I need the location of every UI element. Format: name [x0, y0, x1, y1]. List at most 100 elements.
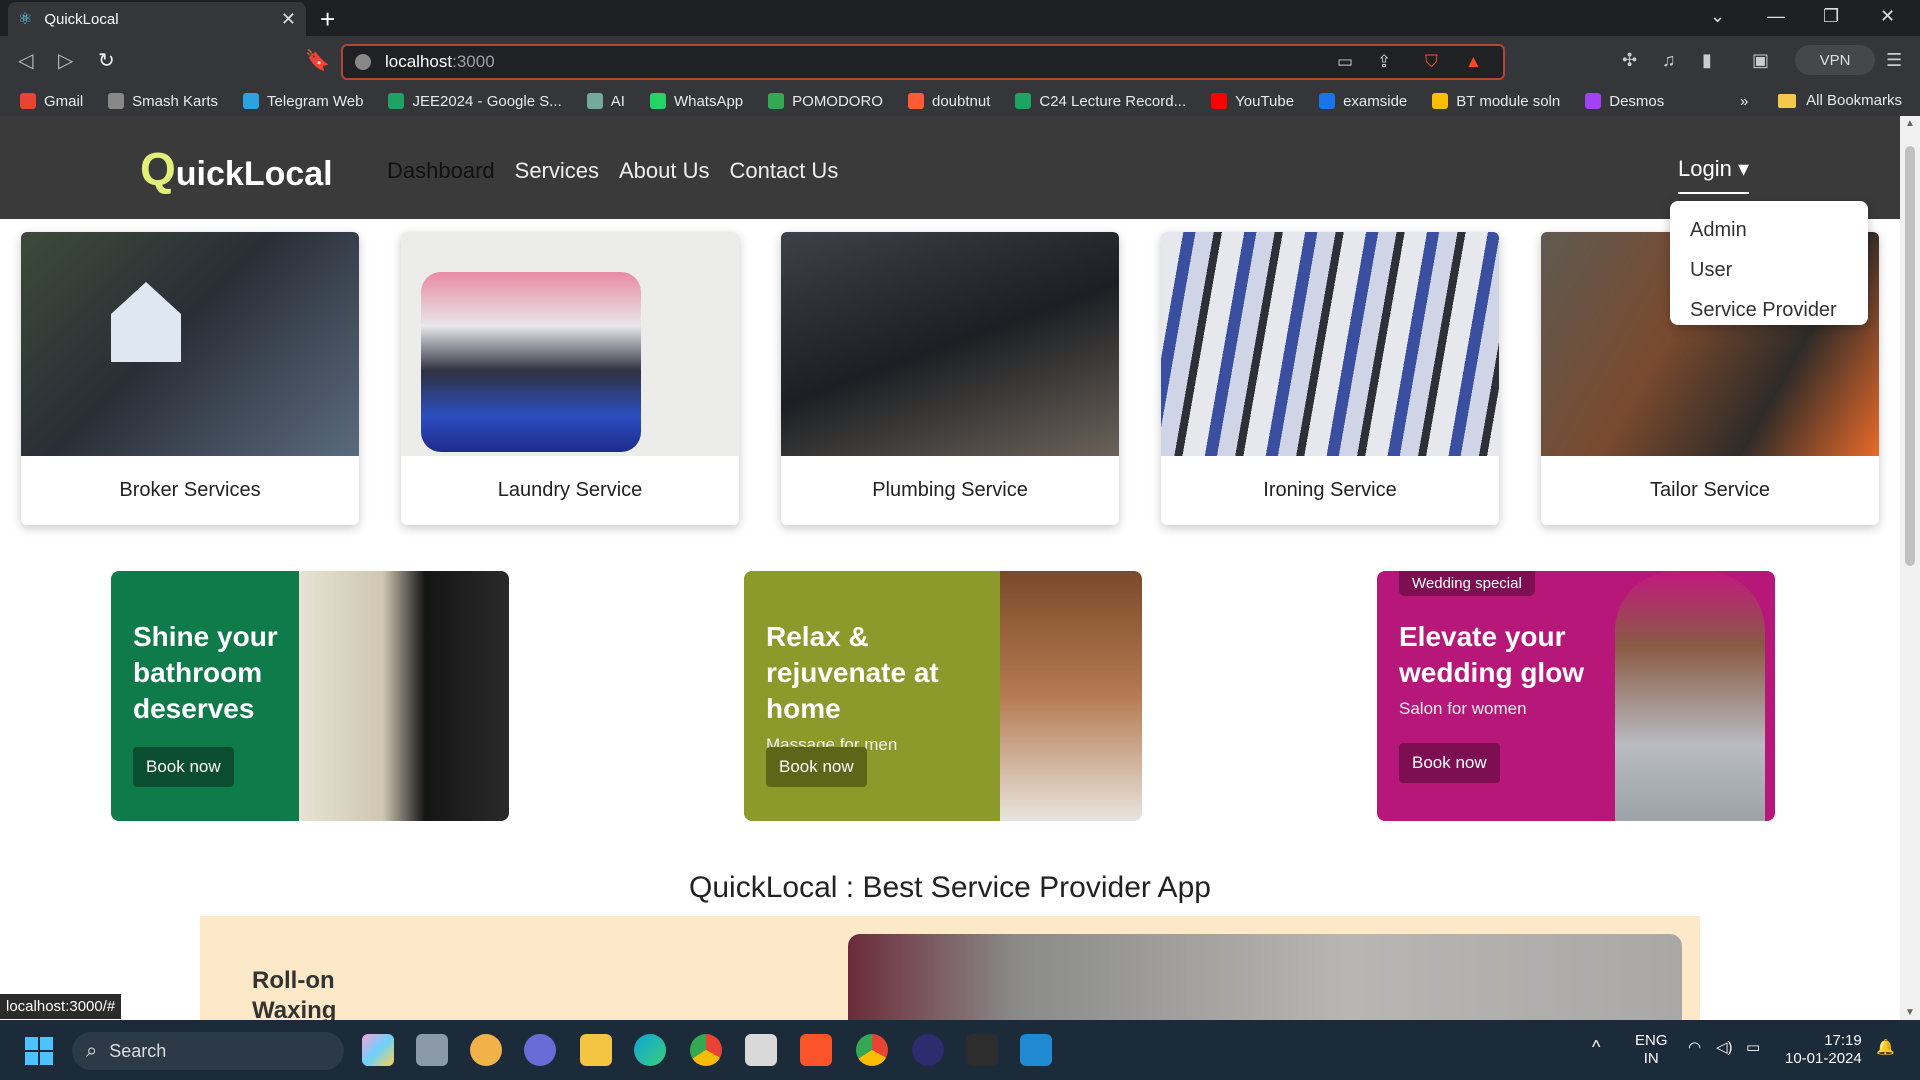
bookmark-item[interactable]: Telegram Web — [243, 93, 363, 110]
scrollbar-thumb[interactable] — [1905, 146, 1915, 566]
app-icon[interactable] — [745, 1034, 777, 1066]
service-card-plumbing[interactable]: Plumbing Service — [781, 232, 1119, 525]
all-bookmarks[interactable]: All Bookmarks — [1778, 92, 1902, 109]
bookmark-item[interactable]: Gmail — [20, 93, 83, 110]
scroll-up-icon[interactable]: ▲ — [1905, 118, 1915, 129]
weather-icon[interactable] — [470, 1034, 502, 1066]
language-indicator[interactable]: ENG IN — [1635, 1032, 1668, 1068]
vpn-button[interactable]: VPN — [1795, 45, 1875, 75]
banner-text-panel: Relax & rejuvenate at home Massage for m… — [744, 571, 1000, 821]
banner-title: Elevate your wedding glow — [1399, 621, 1585, 688]
task-view-icon[interactable] — [416, 1034, 448, 1066]
reload-icon[interactable]: ↻ — [98, 48, 115, 73]
edge-icon[interactable] — [634, 1034, 666, 1066]
dropdown-item-service-provider[interactable]: Service Provider — [1690, 299, 1848, 339]
windows-start-icon[interactable] — [25, 1037, 53, 1065]
nav-dashboard[interactable]: Dashboard — [387, 158, 495, 184]
brand-logo[interactable]: QuickLocal — [140, 142, 333, 196]
bookmark-item[interactable]: AI — [586, 93, 625, 110]
dropdown-item-user[interactable]: User — [1690, 259, 1848, 299]
brave-shield-icon[interactable]: ⛉ — [1425, 52, 1438, 72]
bookmark-item[interactable]: examside — [1319, 93, 1407, 110]
login-dropdown-toggle[interactable]: Login ▾ — [1678, 156, 1749, 194]
clock[interactable]: 17:19 10-01-2024 — [1785, 1032, 1862, 1068]
terminal-icon[interactable] — [966, 1034, 998, 1066]
banner-photo-woman — [1615, 571, 1765, 821]
bookmark-item[interactable]: WhatsApp — [649, 93, 743, 110]
banner-massage[interactable]: Relax & rejuvenate at home Massage for m… — [744, 571, 1142, 821]
bookmark-item[interactable]: C24 Lecture Record... — [1015, 93, 1186, 110]
address-bar[interactable]: localhost:3000 ▭ ⇪ ⛉ ▲ — [341, 44, 1505, 80]
bookmarks-overflow-icon[interactable]: » — [1740, 93, 1748, 110]
book-now-button[interactable]: Book now — [133, 747, 234, 787]
volume-icon[interactable]: ◁) — [1716, 1039, 1733, 1057]
banner-wedding-salon[interactable]: Wedding special Elevate your wedding glo… — [1377, 571, 1775, 821]
bookmark-label: YouTube — [1235, 92, 1295, 110]
promo-banner-waxing[interactable]: Roll-on Waxing — [200, 916, 1700, 1020]
battery-icon[interactable]: ▭ — [1746, 1039, 1760, 1057]
bookmark-favicon-icon — [1432, 93, 1449, 109]
banner-text-panel: Elevate your wedding glow Salon for wome… — [1377, 571, 1637, 821]
bookmark-item[interactable]: YouTube — [1211, 93, 1294, 110]
taskbar-search[interactable]: ⌕ Search — [72, 1032, 344, 1070]
media-icon[interactable]: ♫ — [1662, 50, 1676, 71]
copilot-icon[interactable] — [362, 1034, 394, 1066]
folder-icon — [1778, 93, 1797, 108]
nav-contact-us[interactable]: Contact Us — [730, 158, 839, 184]
service-label: Laundry Service — [497, 479, 643, 501]
back-icon[interactable]: ◁ — [18, 48, 33, 73]
notification-bell-icon[interactable]: 🔔 — [1876, 1039, 1895, 1057]
bookmark-item[interactable]: Smash Karts — [108, 93, 218, 110]
close-tab-icon[interactable]: ✕ — [281, 9, 296, 30]
chrome-icon[interactable] — [690, 1034, 722, 1066]
bookmark-label: Telegram Web — [267, 92, 364, 110]
restore-icon[interactable]: ❐ — [1823, 6, 1839, 27]
bookmark-item[interactable]: doubtnut — [907, 93, 990, 110]
status-bar-url: localhost:3000/# — [0, 994, 122, 1019]
site-info-icon[interactable] — [355, 54, 371, 70]
teams-chat-icon[interactable] — [524, 1034, 556, 1066]
bookmark-item[interactable]: POMODORO — [768, 93, 883, 110]
cast-icon[interactable]: ▭ — [1337, 52, 1353, 72]
file-explorer-icon[interactable] — [580, 1034, 612, 1066]
wifi-icon[interactable]: ◠ — [1688, 1039, 1701, 1057]
scroll-down-icon[interactable]: ▼ — [1905, 1007, 1915, 1018]
menu-icon[interactable]: ☰ — [1886, 50, 1902, 71]
bookmark-favicon-icon — [1585, 93, 1602, 109]
tab-title: QuickLocal — [44, 10, 119, 28]
vscode-icon[interactable] — [1020, 1034, 1052, 1066]
tab-search-icon[interactable]: ⌄ — [1710, 6, 1725, 27]
dropdown-item-admin[interactable]: Admin — [1690, 219, 1848, 259]
language-bottom: IN — [1643, 1050, 1659, 1067]
new-tab-icon[interactable]: + — [320, 4, 335, 35]
close-window-icon[interactable]: ✕ — [1880, 6, 1895, 27]
nav-about-us[interactable]: About Us — [619, 158, 710, 184]
broker-image — [21, 232, 359, 456]
bookmark-item[interactable]: BT module soln — [1432, 93, 1560, 110]
share-icon[interactable]: ⇪ — [1377, 52, 1391, 72]
brave-rewards-icon[interactable]: ▲ — [1465, 52, 1482, 72]
service-label: Broker Services — [119, 479, 261, 501]
minimize-icon[interactable]: — — [1767, 6, 1785, 27]
extensions-icon[interactable]: ✣ — [1622, 50, 1637, 71]
bookmark-item[interactable]: JEE2024 - Google S... — [388, 93, 562, 110]
service-card-laundry[interactable]: Laundry Service — [401, 232, 739, 525]
chrome-profile-icon[interactable] — [856, 1034, 888, 1066]
bookmark-item[interactable]: Desmos — [1585, 93, 1664, 110]
wallet-icon[interactable]: ▣ — [1752, 50, 1769, 71]
tray-chevron-icon[interactable]: ^ — [1592, 1038, 1600, 1056]
book-now-button[interactable]: Book now — [766, 747, 867, 787]
bookmark-icon[interactable]: 🔖 — [305, 48, 330, 73]
service-card-broker[interactable]: Broker Services — [21, 232, 359, 525]
nav-services[interactable]: Services — [515, 158, 599, 184]
book-now-button[interactable]: Book now — [1399, 743, 1500, 783]
service-card-ironing[interactable]: Ironing Service — [1161, 232, 1499, 525]
brave-icon[interactable] — [800, 1034, 832, 1066]
tab-quicklocal[interactable]: ⚛ QuickLocal ✕ — [8, 2, 306, 36]
banner-bathroom-cleaning[interactable]: Shine your bathroom deserves Book now — [111, 571, 509, 821]
sidebar-icon[interactable]: ▮ — [1702, 50, 1712, 71]
clock-time: 17:19 — [1824, 1032, 1862, 1049]
forward-icon[interactable]: ▷ — [58, 48, 73, 73]
page-scrollbar[interactable]: ▲ ▼ — [1900, 116, 1920, 1020]
eclipse-icon[interactable] — [912, 1034, 944, 1066]
